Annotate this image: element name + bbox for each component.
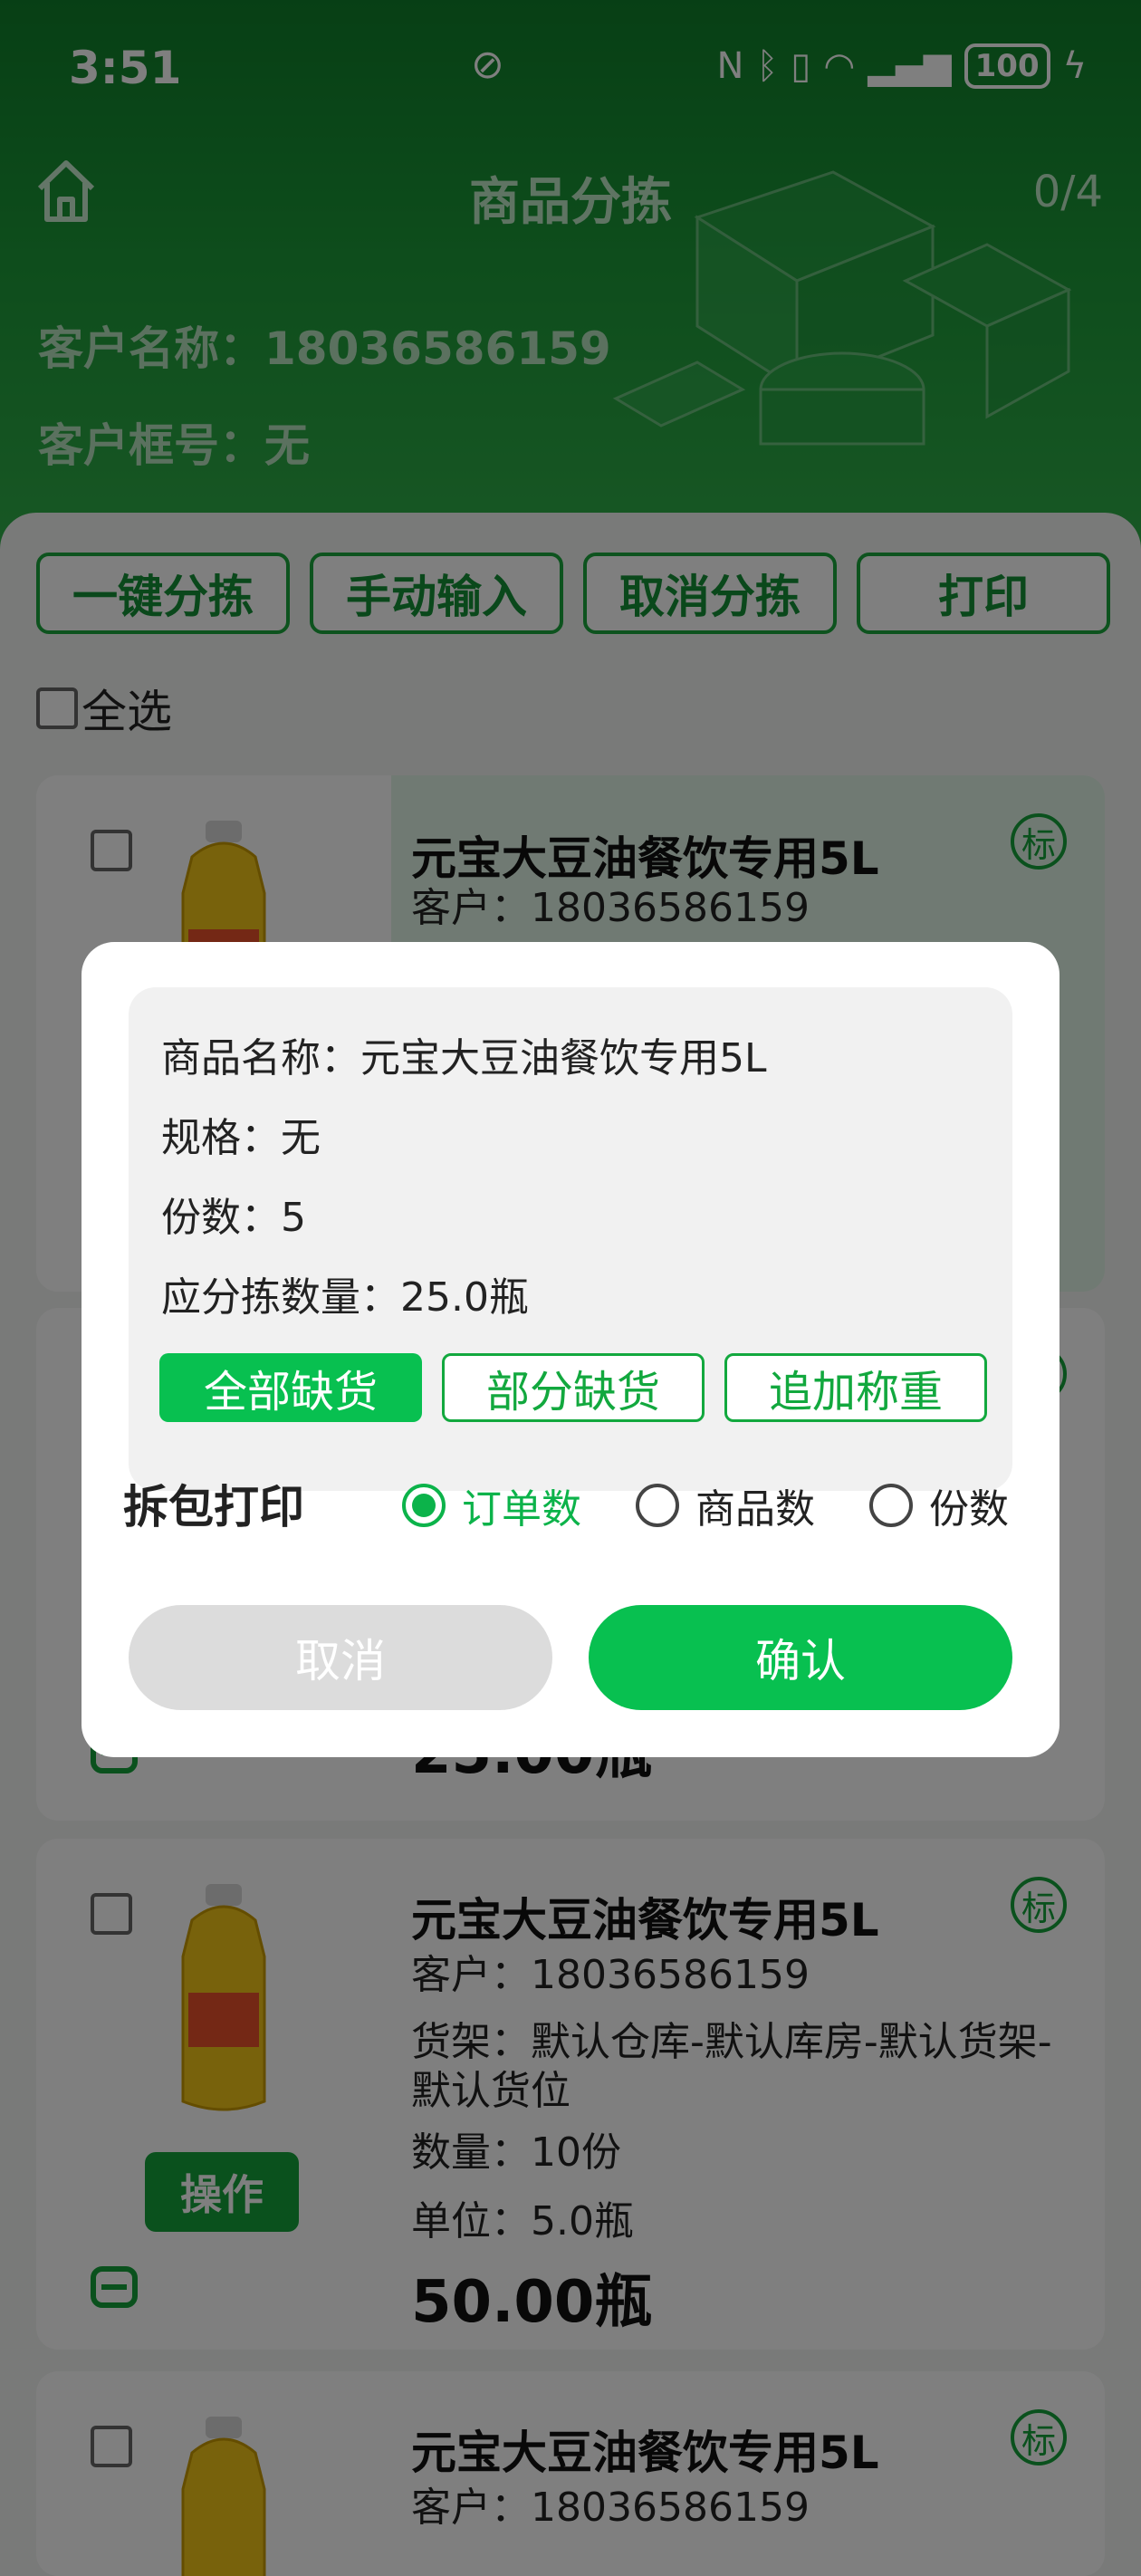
dialog-product-name: 商品名称：元宝大豆油餐饮专用5L: [161, 1035, 767, 1081]
split-print-label: 拆包打印: [123, 1481, 304, 1533]
radio-empty-icon[interactable]: [869, 1484, 913, 1527]
add-weigh-button[interactable]: 追加称重: [724, 1353, 987, 1422]
cancel-button[interactable]: 取消: [129, 1605, 552, 1710]
radio-order-count[interactable]: 订单数: [402, 1476, 581, 1534]
radio-selected-icon[interactable]: [402, 1484, 446, 1527]
sort-dialog: 商品名称：元宝大豆油餐饮专用5L 规格：无 份数：5 应分拣数量：25.0瓶 全…: [82, 942, 1060, 1757]
all-shortage-button[interactable]: 全部缺货: [159, 1353, 422, 1422]
product-info-box: 商品名称：元宝大豆油餐饮专用5L 规格：无 份数：5 应分拣数量：25.0瓶 全…: [129, 987, 1012, 1491]
dialog-spec: 规格：无: [161, 1115, 321, 1161]
radio-empty-icon[interactable]: [636, 1484, 679, 1527]
dialog-should-sort-qty: 应分拣数量：25.0瓶: [161, 1274, 529, 1321]
dialog-action-buttons: 全部缺货 部分缺货 追加称重: [159, 1353, 987, 1422]
confirm-button[interactable]: 确认: [589, 1605, 1012, 1710]
radio-label: 订单数: [462, 1486, 581, 1533]
dialog-portions: 份数：5: [161, 1195, 306, 1241]
split-print-options: 订单数 商品数 份数: [402, 1476, 1009, 1534]
radio-portions[interactable]: 份数: [869, 1476, 1009, 1534]
partial-shortage-button[interactable]: 部分缺货: [442, 1353, 705, 1422]
radio-label: 份数: [929, 1486, 1009, 1533]
radio-product-count[interactable]: 商品数: [636, 1476, 815, 1534]
radio-label: 商品数: [695, 1486, 815, 1533]
